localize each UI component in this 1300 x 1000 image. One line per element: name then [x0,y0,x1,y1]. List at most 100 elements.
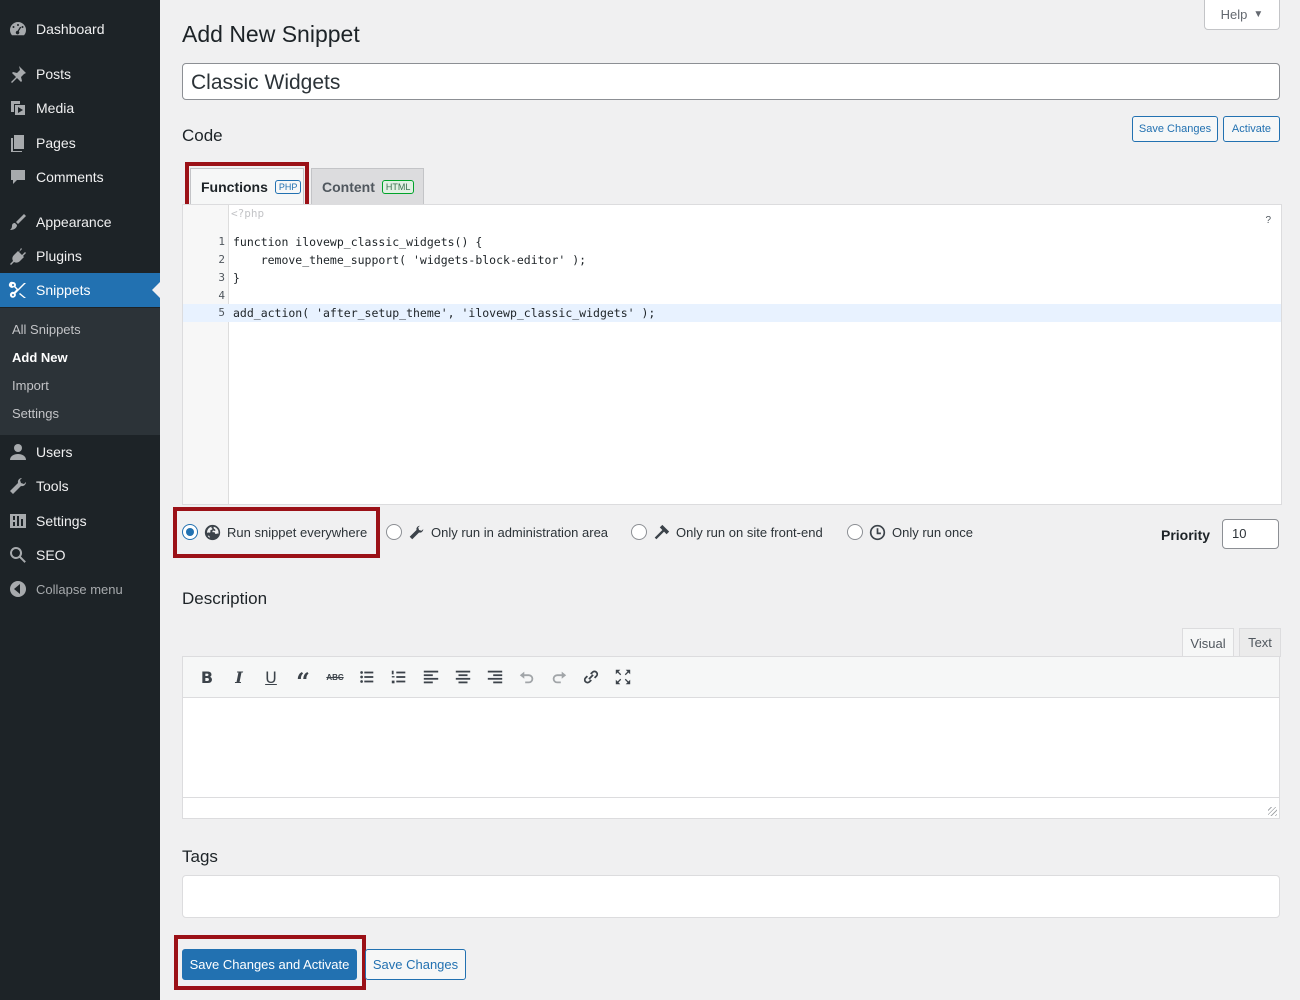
fullscreen-icon[interactable] [607,661,639,693]
help-button[interactable]: Help ▼ [1204,0,1280,30]
editor-help-icon[interactable]: ? [1265,215,1271,226]
tags-section-label: Tags [182,847,218,866]
bullet-list-icon[interactable] [351,661,383,693]
scope-radio-everywhere[interactable] [182,524,198,540]
tab-content[interactable]: Content HTML [311,168,424,204]
plugin-icon [0,246,36,266]
collapse-icon [0,579,36,599]
php-open-tag: <?php [231,207,265,220]
code-editor[interactable]: <?php ? 1 function ilovewp_classic_widge… [182,204,1282,505]
sidebar-item-label: Dashboard [36,21,105,37]
save-changes-button[interactable]: Save Changes [365,949,466,980]
editor-status-bar [183,797,1279,818]
tab-content-label: Content [322,178,375,195]
clock-icon [869,524,886,541]
comment-icon [0,167,36,187]
align-center-icon[interactable] [447,661,479,693]
snippet-title-input[interactable]: Classic Widgets [182,63,1280,100]
collapse-menu-label: Collapse menu [36,581,123,597]
code-text: remove_theme_support( 'widgets-block-edi… [233,253,587,267]
pages-icon [0,133,36,153]
code-line: 4 [183,287,1281,305]
scope-label-admin: Only run in administration area [431,524,609,540]
scope-label-once: Only run once [892,524,973,540]
underline-icon[interactable]: U [255,661,287,693]
line-number: 5 [218,306,225,319]
scope-radio-admin[interactable] [386,524,402,540]
redo-icon[interactable] [543,661,575,693]
collapse-menu-button[interactable]: Collapse menu [0,572,160,606]
snippets-submenu: All Snippets Add New Import Settings [0,308,160,435]
sidebar-item-seo[interactable]: SEO [0,538,160,572]
align-right-icon[interactable] [479,661,511,693]
sidebar-item-label: Pages [36,135,76,151]
editor-toolbar: B I U “ ABC [183,657,1279,698]
pin-icon [0,64,36,84]
sidebar-item-label: Users [36,444,73,460]
sidebar-item-comments[interactable]: Comments [0,160,160,194]
tab-visual[interactable]: Visual [1182,628,1234,657]
scope-radio-frontend[interactable] [631,524,647,540]
save-changes-top-button[interactable]: Save Changes [1132,116,1218,142]
scope-radio-once[interactable] [847,524,863,540]
bold-icon[interactable]: B [191,661,223,693]
sidebar-item-posts[interactable]: Posts [0,57,160,91]
tab-text[interactable]: Text [1239,628,1281,657]
code-text: } [233,271,240,285]
submenu-item-all-snippets[interactable]: All Snippets [12,322,81,337]
priority-input[interactable]: 10 [1222,519,1279,549]
code-section-label: Code [182,126,223,145]
scope-option-frontend[interactable]: Only run on site front-end [631,521,823,543]
sidebar-item-dashboard[interactable]: Dashboard [0,12,160,46]
admin-sidebar: Dashboard Posts Media Pages Comments App… [0,0,160,1000]
submenu-item-add-new[interactable]: Add New [12,350,68,365]
submenu-item-settings[interactable]: Settings [12,406,59,421]
sidebar-item-settings[interactable]: Settings [0,504,160,538]
help-label: Help [1220,7,1248,22]
user-icon [0,442,36,462]
sidebar-item-label: Posts [36,66,72,82]
align-left-icon[interactable] [415,661,447,693]
undo-icon[interactable] [511,661,543,693]
sidebar-item-tools[interactable]: Tools [0,469,160,503]
save-changes-and-activate-button[interactable]: Save Changes and Activate [182,949,357,980]
scope-option-once[interactable]: Only run once [847,521,973,543]
line-number: 1 [218,235,225,248]
blockquote-icon[interactable]: “ [287,661,319,696]
code-line-active: 5 add_action( 'after_setup_theme', 'ilov… [183,304,1281,322]
code-line: 1 function ilovewp_classic_widgets() { [183,233,1281,251]
scope-option-admin[interactable]: Only run in administration area [386,521,608,543]
sidebar-item-plugins[interactable]: Plugins [0,239,160,273]
italic-icon[interactable]: I [223,661,255,693]
sidebar-item-appearance[interactable]: Appearance [0,205,160,239]
strikethrough-icon[interactable]: ABC [319,661,351,693]
settings-icon [0,511,36,531]
activate-top-button[interactable]: Activate [1223,116,1280,142]
code-line: 3 } [183,269,1281,287]
code-text: function ilovewp_classic_widgets() { [233,235,483,249]
description-section-label: Description [182,589,268,608]
globe-icon [204,524,221,541]
page-title: Add New Snippet [182,21,360,47]
sidebar-item-label: Media [36,100,75,116]
submenu-item-import[interactable]: Import [12,378,49,393]
dashboard-icon [0,19,36,39]
numbered-list-icon[interactable] [383,661,415,693]
scissors-icon [0,280,36,300]
code-line: 2 remove_theme_support( 'widgets-block-e… [183,251,1281,269]
resize-handle[interactable] [1268,807,1277,816]
line-number: 2 [218,253,225,266]
link-icon[interactable] [575,661,607,693]
line-number: 4 [218,289,225,302]
sidebar-item-users[interactable]: Users [0,435,160,469]
tags-input[interactable] [182,875,1280,918]
sidebar-item-media[interactable]: Media [0,91,160,125]
php-badge: PHP [274,179,302,194]
caret-down-icon: ▼ [1253,9,1264,20]
tab-functions[interactable]: Functions PHP [190,168,304,204]
sidebar-item-label: Comments [36,169,104,185]
scope-option-everywhere[interactable]: Run snippet everywhere [182,521,367,543]
line-number: 3 [218,271,225,284]
sidebar-item-snippets[interactable]: Snippets [0,273,160,307]
sidebar-item-pages[interactable]: Pages [0,126,160,160]
